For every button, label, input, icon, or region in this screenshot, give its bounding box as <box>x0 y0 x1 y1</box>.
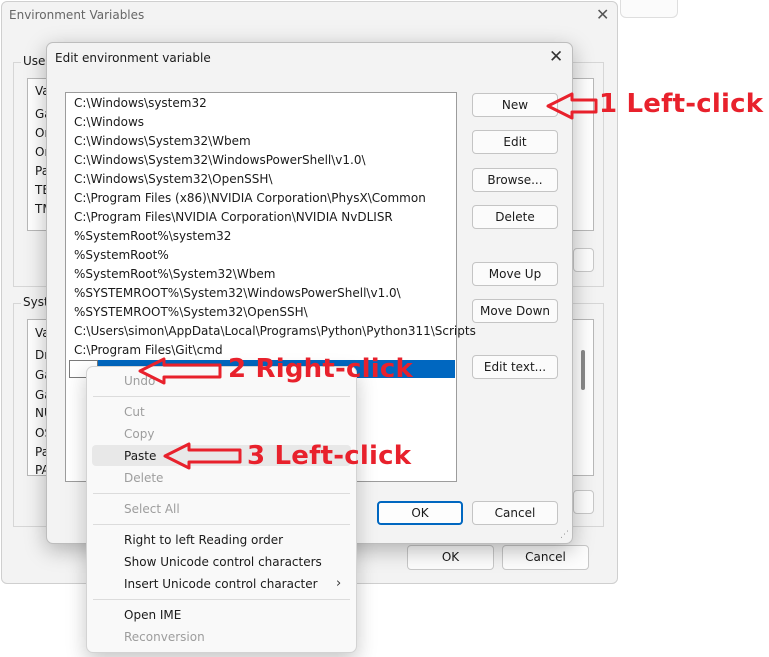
annotation-step-1: 1 Left-click <box>599 89 764 119</box>
arrow-2-icon <box>138 357 222 385</box>
arrow-3-icon <box>163 442 242 470</box>
annotation-step-3: 3 Left-click <box>247 441 412 471</box>
arrow-1-icon <box>546 92 598 120</box>
annotation-step-2: 2 Right-click <box>228 354 413 384</box>
